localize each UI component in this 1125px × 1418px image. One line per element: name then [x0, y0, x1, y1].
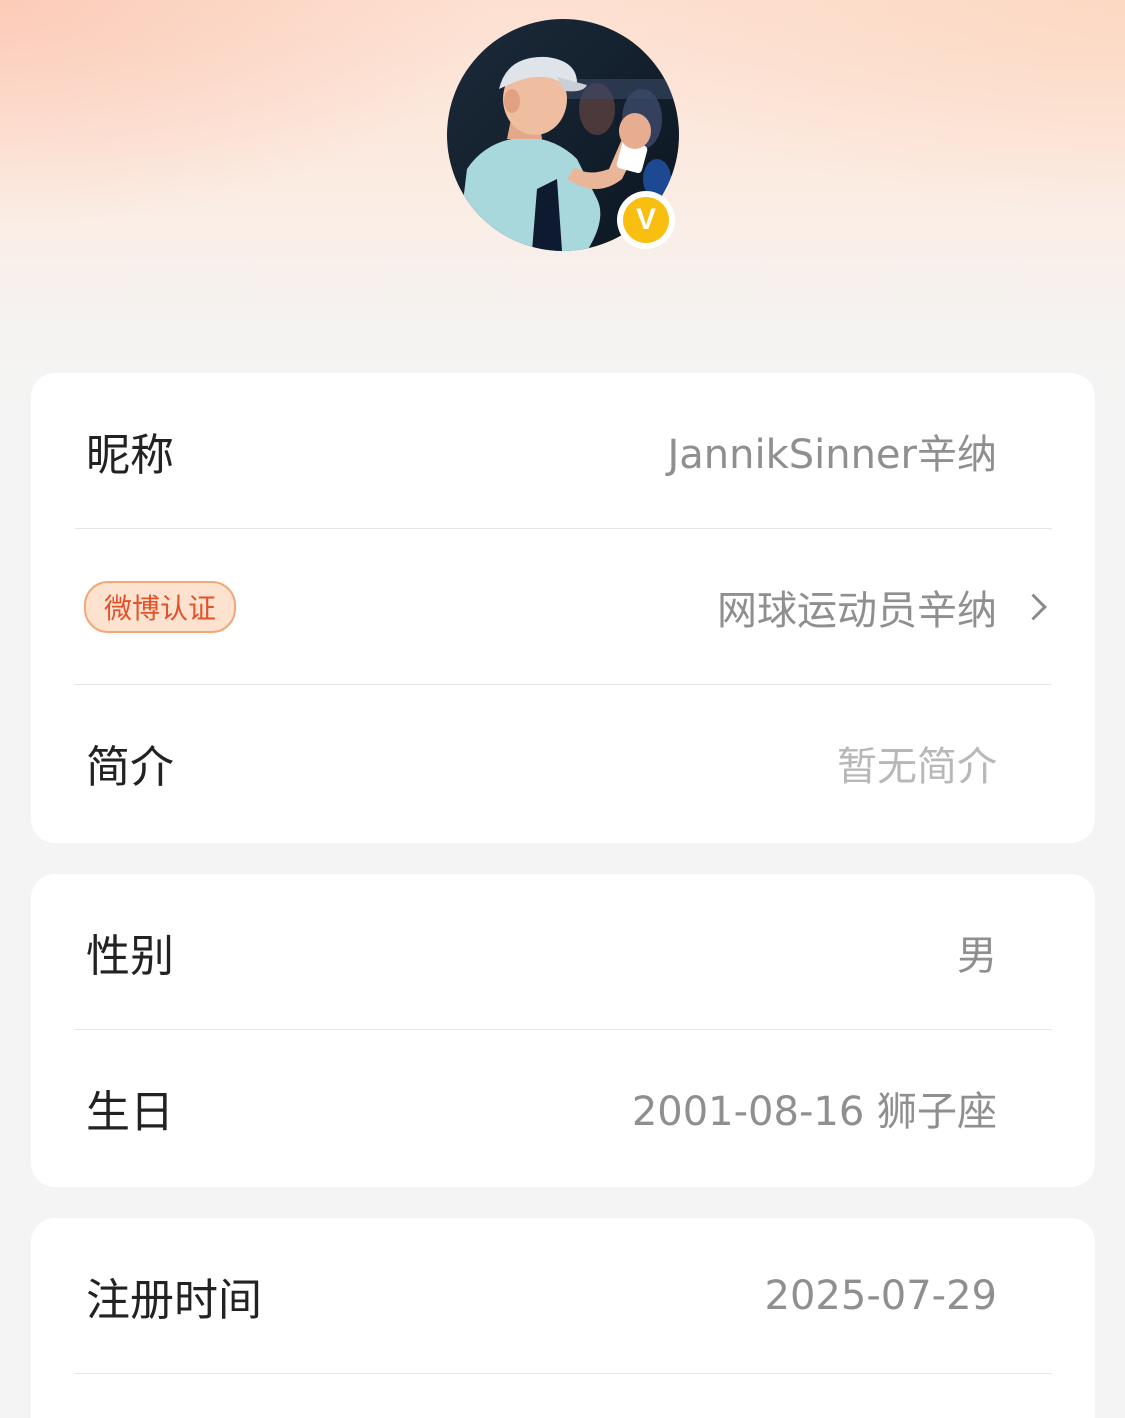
gender-label: 性别 [86, 931, 174, 982]
verified-badge: V [617, 191, 675, 249]
gender-value: 男 [957, 933, 997, 979]
birthday-value: 2001-08-16 狮子座 [631, 1089, 997, 1135]
account-info-card: 注册时间 2025-07-29 [31, 1218, 1095, 1418]
register-time-row: 注册时间 2025-07-29 [31, 1218, 1095, 1374]
verification-row[interactable]: 微博认证 网球运动员辛纳 [31, 529, 1095, 685]
nickname-label: 昵称 [86, 430, 174, 481]
basic-info-card: 昵称 JannikSinner辛纳 微博认证 网球运动员辛纳 简介 暂无简介 [31, 373, 1095, 843]
nickname-value: JannikSinner辛纳 [667, 432, 997, 478]
weibo-verification-badge: 微博认证 [84, 581, 237, 633]
register-time-label: 注册时间 [86, 1275, 262, 1326]
gender-row[interactable]: 性别 男 [31, 874, 1095, 1030]
birthday-row[interactable]: 生日 2001-08-16 狮子座 [31, 1030, 1095, 1186]
register-time-value: 2025-07-29 [764, 1273, 997, 1319]
verified-v-icon: V [623, 197, 669, 243]
personal-info-card: 性别 男 生日 2001-08-16 狮子座 [31, 874, 1095, 1187]
birthday-label: 生日 [86, 1087, 174, 1138]
bio-value: 暂无简介 [837, 744, 997, 790]
bio-row[interactable]: 简介 暂无简介 [31, 685, 1095, 841]
verification-value: 网球运动员辛纳 [717, 578, 1047, 636]
profile-avatar[interactable]: V [447, 19, 679, 251]
nickname-row[interactable]: 昵称 JannikSinner辛纳 [31, 373, 1095, 529]
bio-label: 简介 [86, 742, 174, 793]
verification-text: 网球运动员辛纳 [717, 588, 997, 634]
chevron-right-icon [1020, 593, 1047, 621]
